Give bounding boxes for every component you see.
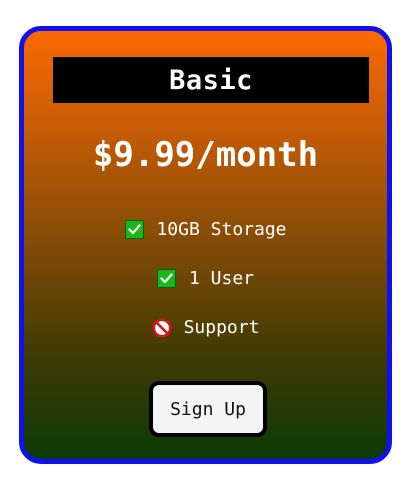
feature-label: Support (183, 317, 260, 338)
feature-item-users: 1 User (24, 268, 387, 289)
plan-price: $9.99/month (92, 135, 319, 175)
prohibited-icon (152, 318, 172, 338)
sign-up-button[interactable]: Sign Up (149, 381, 267, 437)
feature-label: 1 User (188, 268, 255, 289)
pricing-card: Basic $9.99/month 10GB Storage 1 User Su… (19, 26, 392, 464)
plan-title: Basic (169, 64, 253, 96)
check-icon (157, 269, 177, 289)
check-icon (124, 220, 144, 240)
plan-title-bar: Basic (53, 57, 369, 103)
feature-item-support: Support (24, 317, 387, 338)
feature-label: 10GB Storage (156, 219, 287, 240)
feature-item-storage: 10GB Storage (24, 219, 387, 240)
